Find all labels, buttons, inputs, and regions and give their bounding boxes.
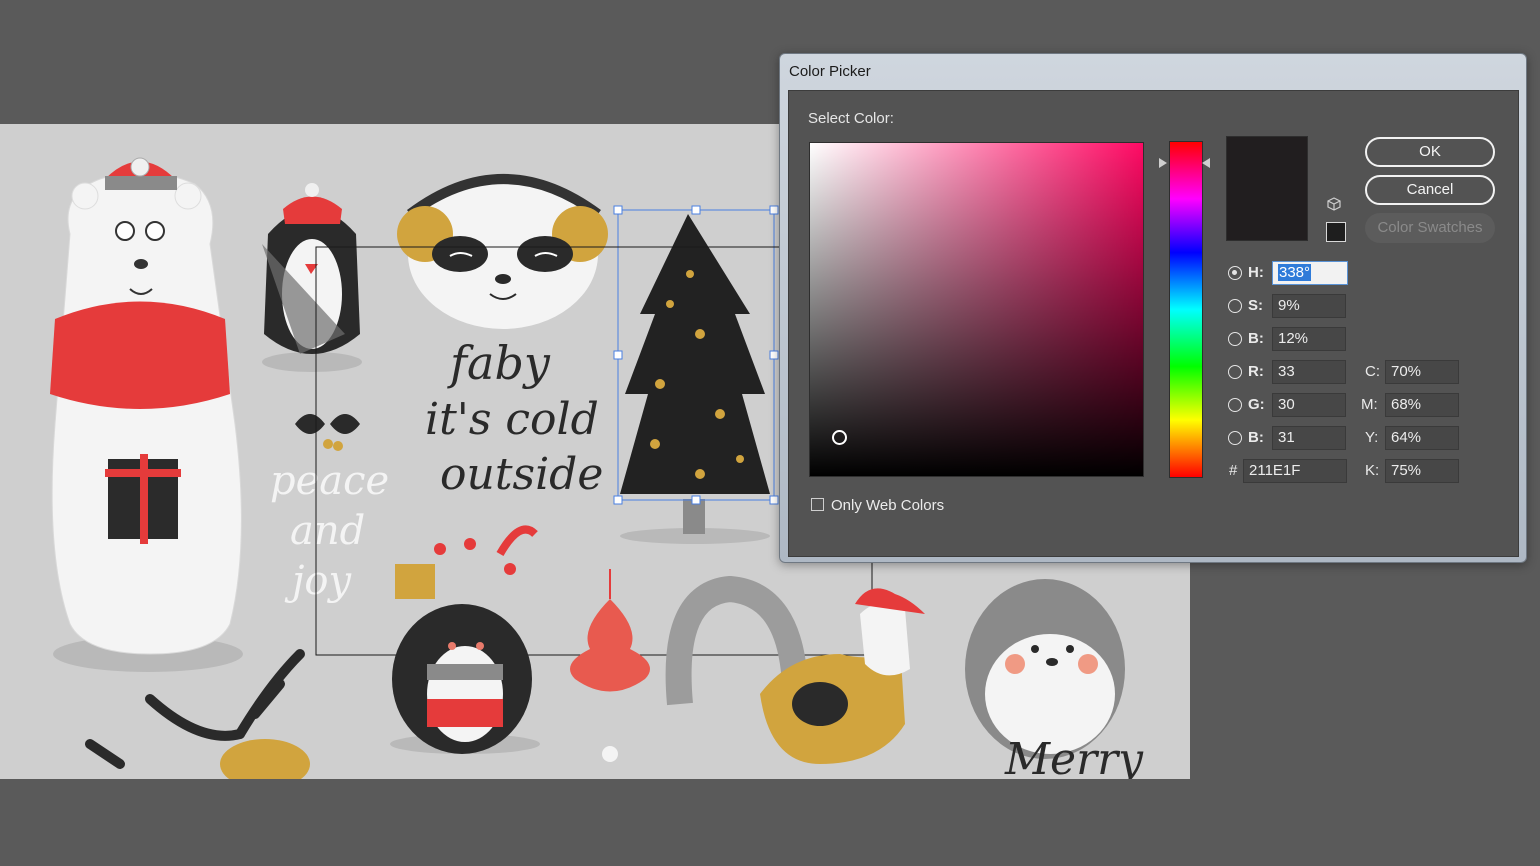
label-g: G: (1248, 396, 1265, 413)
lettering-faby: faby (447, 336, 551, 390)
lettering-outside: outside (440, 449, 603, 500)
label-r: R: (1248, 363, 1264, 380)
dialog-body: Select Color: OK Cancel Color Swatches H… (788, 90, 1519, 557)
current-color-swatch (1226, 136, 1308, 241)
bunny-illustration (965, 579, 1125, 759)
label-h: H: (1248, 264, 1264, 281)
panda-illustration (397, 174, 608, 329)
label-c: C: (1365, 363, 1380, 380)
lettering-and: and (290, 508, 365, 554)
ornament-illustration (570, 569, 650, 692)
dialog-title: Color Picker (789, 63, 871, 80)
blue-input[interactable]: 31 (1272, 426, 1346, 450)
label-blue: B: (1248, 429, 1264, 446)
saturation-brightness-field[interactable] (809, 142, 1144, 477)
color-swatches-button[interactable]: Color Swatches (1365, 213, 1495, 243)
only-web-colors-checkbox[interactable] (811, 498, 824, 511)
green-input[interactable]: 30 (1272, 393, 1346, 417)
radio-red[interactable] (1228, 365, 1242, 379)
brightness-input[interactable]: 12% (1272, 327, 1346, 351)
magenta-input[interactable]: 68% (1385, 393, 1459, 417)
black-input[interactable]: 75% (1385, 459, 1459, 483)
only-web-colors-label: Only Web Colors (831, 497, 945, 514)
holly-illustration (295, 414, 360, 451)
color-picker-dialog: Color Picker Select Color: OK Cancel Col… (779, 53, 1527, 563)
hue-input[interactable]: 338° (1272, 261, 1348, 285)
radio-brightness[interactable] (1228, 332, 1242, 346)
radio-green[interactable] (1228, 398, 1242, 412)
cyan-input[interactable]: 70% (1385, 360, 1459, 384)
label-s: S: (1248, 297, 1263, 314)
lettering-its-cold: it's cold (425, 394, 599, 445)
lettering-joy: joy (284, 558, 352, 604)
hue-slider[interactable] (1169, 141, 1203, 478)
label-hash: # (1229, 462, 1238, 479)
penguin-illustration (262, 183, 362, 372)
rooster-illustration (665, 575, 925, 764)
radio-blue[interactable] (1228, 431, 1242, 445)
label-y: Y: (1365, 429, 1379, 446)
hue-slider-arrow-left[interactable] (1159, 158, 1167, 168)
label-k: K: (1365, 462, 1380, 479)
select-color-label: Select Color: (808, 110, 894, 127)
label-b: B: (1248, 330, 1264, 347)
ok-button[interactable]: OK (1365, 137, 1495, 167)
snowflake-icon (602, 746, 618, 762)
hue-input-value: 338° (1278, 264, 1312, 281)
web-safe-color-swatch[interactable] (1326, 222, 1346, 242)
hex-input[interactable]: 211E1F (1243, 459, 1347, 483)
cancel-button[interactable]: Cancel (1365, 175, 1495, 205)
reindeer-head (220, 739, 310, 779)
lettering-merry: Merry (1004, 734, 1144, 779)
hedgehog-illustration (390, 525, 540, 754)
out-of-gamut-cube-icon[interactable] (1327, 197, 1341, 211)
lettering-peace: peace (270, 458, 389, 504)
radio-hue[interactable] (1228, 266, 1242, 280)
hue-slider-arrow-right[interactable] (1202, 158, 1210, 168)
radio-saturation[interactable] (1228, 299, 1242, 313)
saturation-input[interactable]: 9% (1272, 294, 1346, 318)
yellow-input[interactable]: 64% (1385, 426, 1459, 450)
christmas-tree-illustration (613, 205, 779, 544)
label-m: M: (1361, 396, 1378, 413)
red-input[interactable]: 33 (1272, 360, 1346, 384)
color-field-marker[interactable] (832, 430, 847, 445)
polar-bear-illustration (50, 157, 243, 672)
